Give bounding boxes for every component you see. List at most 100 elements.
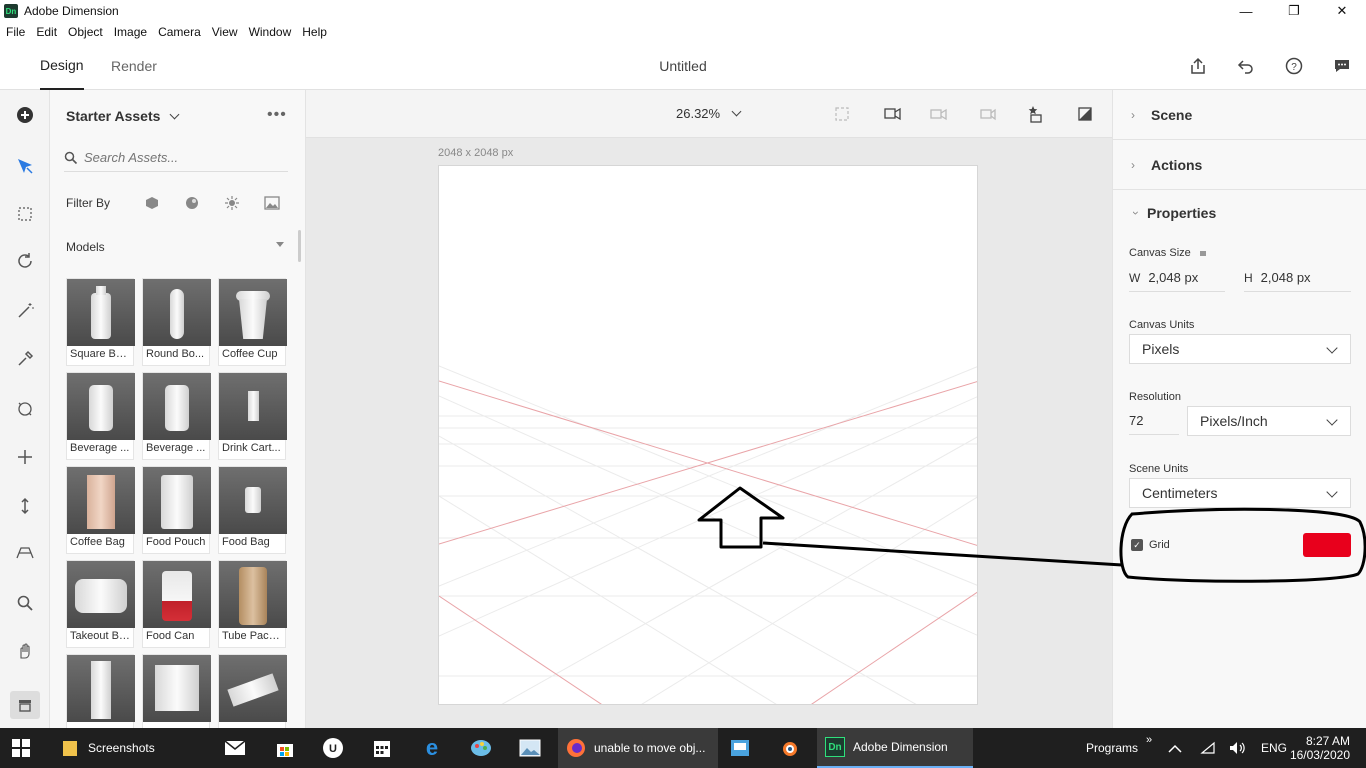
tab-render[interactable]: Render bbox=[111, 42, 157, 90]
menu-object[interactable]: Object bbox=[68, 25, 103, 39]
share-icon[interactable] bbox=[1186, 54, 1210, 78]
menu-image[interactable]: Image bbox=[114, 25, 147, 39]
asset-food-can[interactable]: Food Can bbox=[142, 560, 211, 648]
orbit-tool-icon[interactable] bbox=[13, 249, 37, 273]
properties-section-header[interactable]: › Properties bbox=[1113, 190, 1366, 236]
clock-date: 16/03/2020 bbox=[1289, 748, 1350, 762]
asset-food-pouch[interactable]: Food Pouch bbox=[142, 466, 211, 554]
feedback-icon[interactable] bbox=[1330, 54, 1354, 78]
scene-section-header[interactable]: › Scene bbox=[1113, 90, 1366, 140]
double-chevron-icon: » bbox=[1146, 734, 1153, 746]
asset-beverage-can-2[interactable]: Beverage ... bbox=[142, 372, 211, 460]
zoom-tool-icon[interactable] bbox=[13, 591, 37, 615]
tab-design[interactable]: Design bbox=[40, 42, 84, 90]
asset-label: Drink Cart... bbox=[222, 442, 281, 454]
asset-coffee-cup[interactable]: Coffee Cup bbox=[218, 278, 287, 366]
taskbar-screenshots-folder[interactable]: Screenshots bbox=[62, 728, 155, 768]
unreal-engine-icon[interactable]: U bbox=[322, 728, 344, 768]
asset-square-bottle[interactable]: Square Bo... bbox=[66, 278, 135, 366]
materials-filter-icon[interactable] bbox=[183, 194, 201, 212]
camera-favorite-icon[interactable] bbox=[1025, 102, 1049, 126]
grid-checkbox[interactable]: ✓ bbox=[1131, 539, 1143, 551]
lock-icon[interactable] bbox=[1199, 251, 1206, 256]
scene-canvas[interactable] bbox=[438, 165, 978, 705]
taskbar-adobe-dimension[interactable]: Dn Adobe Dimension bbox=[817, 728, 973, 768]
lights-filter-icon[interactable] bbox=[223, 194, 241, 212]
start-button[interactable] bbox=[12, 728, 30, 768]
eyedropper-tool-icon[interactable] bbox=[13, 347, 37, 371]
language-indicator[interactable]: ENG bbox=[1261, 728, 1287, 768]
asset-food-bag[interactable]: Food Bag bbox=[218, 466, 287, 554]
edge-icon[interactable]: e bbox=[421, 728, 443, 768]
select-move-tool-icon[interactable] bbox=[13, 154, 37, 178]
add-icon[interactable] bbox=[13, 103, 37, 127]
clock-time: 8:27 AM bbox=[1305, 734, 1350, 748]
scene-units-dropdown[interactable]: Centimeters bbox=[1129, 478, 1351, 508]
menu-window[interactable]: Window bbox=[249, 25, 292, 39]
asset-drink-carton[interactable]: Drink Cart... bbox=[218, 372, 287, 460]
menu-camera[interactable]: Camera bbox=[158, 25, 201, 39]
hand-tool-icon[interactable] bbox=[13, 639, 37, 663]
title-bar: Dn Adobe Dimension — ❐ ✕ bbox=[0, 0, 1366, 22]
show-hidden-icons[interactable] bbox=[1168, 728, 1182, 768]
asset-round-bottle[interactable]: Round Bo... bbox=[142, 278, 211, 366]
menu-help[interactable]: Help bbox=[302, 25, 327, 39]
starter-assets-dropdown[interactable]: Starter Assets bbox=[66, 108, 180, 124]
pan-camera-icon[interactable] bbox=[13, 445, 37, 469]
grid-color-swatch[interactable] bbox=[1303, 533, 1351, 557]
frame-icon[interactable] bbox=[830, 102, 854, 126]
select-tool-icon[interactable] bbox=[13, 202, 37, 226]
caret-down-icon[interactable] bbox=[276, 242, 284, 247]
programs-toolbar[interactable]: Programs » bbox=[1086, 728, 1152, 768]
asset-cube-box[interactable] bbox=[142, 654, 211, 728]
blender-icon[interactable] bbox=[778, 728, 800, 768]
horizon-tool-icon[interactable] bbox=[13, 541, 37, 565]
mail-icon[interactable] bbox=[224, 728, 246, 768]
canvas-height-field[interactable]: H 2,048 px bbox=[1244, 264, 1351, 292]
store-icon[interactable] bbox=[274, 728, 296, 768]
actions-section-header[interactable]: › Actions bbox=[1113, 140, 1366, 190]
undo-icon[interactable] bbox=[1234, 54, 1258, 78]
zoom-dropdown[interactable]: 26.32% bbox=[676, 106, 742, 121]
asset-thumbnail bbox=[67, 279, 135, 346]
camera-reset-icon[interactable] bbox=[976, 102, 1000, 126]
paint-icon[interactable] bbox=[470, 728, 492, 768]
calendar-icon[interactable] bbox=[371, 728, 393, 768]
desktop-app-icon[interactable] bbox=[729, 728, 751, 768]
menu-file[interactable]: File bbox=[6, 25, 25, 39]
models-filter-icon[interactable] bbox=[143, 194, 161, 212]
taskbar-firefox[interactable]: unable to move obj... bbox=[558, 728, 718, 768]
dolly-camera-icon[interactable] bbox=[13, 494, 37, 518]
canvas-units-dropdown[interactable]: Pixels bbox=[1129, 334, 1351, 364]
maximize-button[interactable]: ❐ bbox=[1270, 0, 1318, 22]
asset-beverage-can[interactable]: Beverage ... bbox=[66, 372, 135, 460]
clock[interactable]: 8:27 AM 16/03/2020 bbox=[1290, 728, 1350, 768]
asset-tall-box[interactable] bbox=[66, 654, 135, 728]
resolution-field[interactable]: 72 bbox=[1129, 407, 1179, 435]
asset-flat-box[interactable] bbox=[218, 654, 287, 728]
close-button[interactable]: ✕ bbox=[1318, 0, 1366, 22]
magic-wand-tool-icon[interactable] bbox=[13, 299, 37, 323]
assets-scrollbar[interactable] bbox=[298, 230, 301, 262]
photos-icon[interactable] bbox=[519, 728, 541, 768]
menu-edit[interactable]: Edit bbox=[36, 25, 57, 39]
properties-panel: › Scene › Actions › Properties Canvas Si… bbox=[1112, 90, 1366, 728]
help-icon[interactable]: ? bbox=[1282, 54, 1306, 78]
camera-rotate-icon[interactable] bbox=[927, 102, 951, 126]
canvas-width-field[interactable]: W 2,048 px bbox=[1129, 264, 1225, 292]
asset-coffee-bag[interactable]: Coffee Bag bbox=[66, 466, 135, 554]
menu-view[interactable]: View bbox=[212, 25, 238, 39]
volume-icon[interactable] bbox=[1229, 728, 1247, 768]
asset-tube-package[interactable]: Tube Pack... bbox=[218, 560, 287, 648]
images-filter-icon[interactable] bbox=[263, 194, 281, 212]
asset-takeout-box[interactable]: Takeout Box bbox=[66, 560, 135, 648]
more-options-icon[interactable]: ••• bbox=[267, 106, 287, 124]
camera-orbit-icon[interactable] bbox=[13, 397, 37, 421]
camera-bookmark-icon[interactable] bbox=[881, 102, 905, 126]
assets-panel-icon[interactable] bbox=[10, 691, 40, 719]
resolution-units-dropdown[interactable]: Pixels/Inch bbox=[1187, 406, 1351, 436]
wifi-icon[interactable] bbox=[1200, 728, 1216, 768]
render-preview-icon[interactable] bbox=[1073, 102, 1097, 126]
search-input[interactable] bbox=[84, 150, 274, 165]
minimize-button[interactable]: — bbox=[1222, 0, 1270, 22]
